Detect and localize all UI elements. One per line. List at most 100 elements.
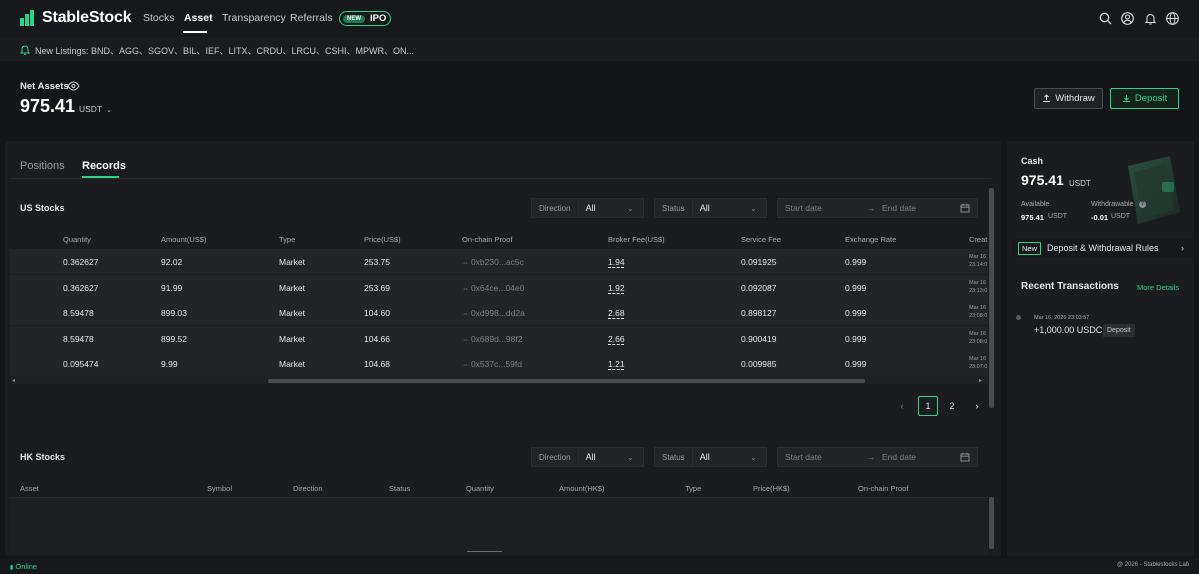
direction-label: Direction <box>532 448 579 466</box>
status-footer <box>0 559 1199 574</box>
cell-broker-fee[interactable]: 2.66 <box>608 334 625 344</box>
proof-hash: 0x64ce...04e0 <box>470 282 525 293</box>
cell-created: Mar 16 <box>969 356 987 362</box>
empty-state-icon <box>467 551 502 554</box>
onchain-proof-link[interactable]: ⇔ 0x537c...59fd <box>462 359 522 369</box>
col-service-fee: Service Fee <box>741 235 782 244</box>
new-tag: New <box>1018 241 1042 255</box>
net-assets-label: Net Assets <box>20 81 69 92</box>
page-1-button[interactable]: 1 <box>918 396 938 416</box>
hk-direction-filter[interactable]: Direction All ⌄ <box>531 447 644 467</box>
col-exchange-rate: Exchange Rate <box>845 235 897 244</box>
proof-hash: 0xb230...ac5c <box>470 257 524 267</box>
horizontal-scroll-thumb[interactable] <box>268 379 865 383</box>
scroll-left-icon[interactable]: ◂ <box>12 377 15 384</box>
chevron-down-icon: ⌄ <box>750 452 757 462</box>
cell-service-fee: 0.092087 <box>741 282 777 293</box>
cell-type: Market <box>279 282 305 293</box>
start-date-input[interactable]: Start date <box>785 452 822 462</box>
globe-icon[interactable] <box>1166 12 1179 25</box>
online-status: ▮ Online <box>10 562 37 571</box>
cell-broker-fee[interactable]: 1.94 <box>608 257 625 267</box>
end-date-input[interactable]: End date <box>882 203 916 213</box>
status-value: All <box>699 203 710 213</box>
more-details-link[interactable]: More Details <box>1137 283 1179 292</box>
nav-transparency[interactable]: Transparency <box>222 12 286 24</box>
col-onchain-proof: On-chain Proof <box>462 235 513 244</box>
cell-type: Market <box>279 308 305 318</box>
cell-created: 23:08:0 <box>969 338 988 345</box>
withdraw-button[interactable]: Withdraw <box>1034 88 1103 109</box>
us-stocks-title: US Stocks <box>20 203 65 213</box>
cell-broker-fee[interactable]: 1.21 <box>608 359 625 369</box>
tab-records[interactable]: Records <box>82 160 126 172</box>
eye-icon[interactable] <box>67 81 80 91</box>
new-listings-text[interactable]: New Listings: BND、AGG、SGOV、BIL、IEF、LITX、… <box>35 44 414 57</box>
vertical-scrollbar[interactable] <box>989 497 994 549</box>
cell-amount: 92.02 <box>161 257 183 267</box>
recent-transactions-title: Recent Transactions <box>1021 281 1119 292</box>
link-icon: ⇔ <box>462 260 471 267</box>
nav-referrals[interactable]: Referrals <box>290 12 333 24</box>
cash-unit: USDT <box>1069 179 1091 188</box>
direction-label: Direction <box>532 199 579 217</box>
onchain-proof-link[interactable]: ⇔ 0xb230...ac5c <box>462 257 524 267</box>
next-page-icon[interactable]: › <box>967 396 987 416</box>
bell-icon[interactable] <box>1144 12 1157 25</box>
cell-quantity: 0.095474 <box>63 359 99 369</box>
cell-quantity: 0.362627 <box>63 257 99 267</box>
arrow-right-icon: → <box>867 203 876 213</box>
calendar-icon[interactable] <box>960 452 970 462</box>
bell-outline-icon <box>20 44 30 55</box>
cell-quantity: 8.59478 <box>63 333 94 344</box>
calendar-icon[interactable] <box>960 203 970 213</box>
onchain-proof-link[interactable]: ⇔ 0xd998...dd2a <box>462 308 525 318</box>
cell-created: 23:07:0 <box>969 364 988 370</box>
cell-broker-fee[interactable]: 1.92 <box>608 283 625 293</box>
ipo-new-badge: NEW <box>343 14 365 23</box>
nav-ipo[interactable]: NEW IPO <box>339 11 391 26</box>
tab-positions[interactable]: Positions <box>20 160 65 172</box>
net-assets-unit-select[interactable]: USDT ⌄ <box>79 104 112 114</box>
brand-logo[interactable]: StableStock <box>19 9 132 27</box>
cell-type: Market <box>279 333 305 344</box>
help-icon[interactable]: ? <box>1139 201 1146 208</box>
net-assets-unit: USDT <box>79 104 103 114</box>
top-nav <box>0 0 1199 37</box>
deposit-button[interactable]: Deposit <box>1110 88 1179 109</box>
cell-price: 253.69 <box>364 282 390 293</box>
end-date-input[interactable]: End date <box>882 452 916 462</box>
deposit-withdrawal-rules-link[interactable]: New Deposit & Withdrawal Rules › <box>1012 239 1194 257</box>
ipo-label: IPO <box>370 13 387 24</box>
prev-page-icon[interactable]: ‹ <box>892 396 912 416</box>
nav-stocks[interactable]: Stocks <box>143 12 175 24</box>
deposit-label: Deposit <box>1134 93 1168 104</box>
cell-created: Mar 16 <box>969 279 987 286</box>
cell-rate: 0.999 <box>845 282 867 293</box>
scroll-right-icon[interactable]: ▸ <box>979 377 982 384</box>
onchain-proof-link[interactable]: ⇔ 0x689d...98f2 <box>462 334 522 344</box>
timeline-dot <box>1016 315 1021 320</box>
transaction-amount[interactable]: +1,000.00 USDC <box>1034 325 1102 335</box>
us-direction-filter[interactable]: Direction All ⌄ <box>531 198 644 218</box>
transaction-type-badge: Deposit <box>1103 324 1135 337</box>
col-broker-fee: Broker Fee(US$) <box>608 235 665 244</box>
cell-rate: 0.999 <box>845 333 867 344</box>
nav-asset[interactable]: Asset <box>184 12 213 24</box>
vertical-scrollbar[interactable] <box>989 188 994 408</box>
cell-created: Mar 16 <box>969 254 987 260</box>
onchain-proof-link[interactable]: ⇔ 0x64ce...04e0 <box>462 283 524 293</box>
hk-status-filter[interactable]: Status All ⌄ <box>654 447 767 467</box>
chevron-right-icon: › <box>1181 243 1184 253</box>
search-icon[interactable] <box>1099 12 1112 25</box>
cell-broker-fee[interactable]: 2.68 <box>608 308 625 318</box>
cell-type: Market <box>279 257 305 267</box>
col-amount: Amount(US$) <box>161 235 207 244</box>
us-status-filter[interactable]: Status All ⌄ <box>654 198 767 218</box>
start-date-input[interactable]: Start date <box>785 203 822 213</box>
user-icon[interactable] <box>1121 12 1134 25</box>
page-2-button[interactable]: 2 <box>942 396 962 416</box>
status-label: Status <box>655 448 693 466</box>
hk-stocks-title: HK Stocks <box>20 452 66 462</box>
withdraw-label: Withdraw <box>1055 93 1095 104</box>
